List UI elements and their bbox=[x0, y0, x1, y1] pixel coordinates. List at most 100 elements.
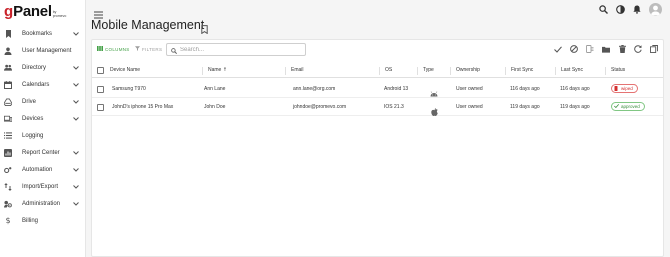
cell-email: johndoe@promevo.com bbox=[293, 104, 347, 110]
logo-panel: Panel bbox=[13, 3, 52, 20]
search-box[interactable] bbox=[166, 43, 306, 56]
dark-mode-icon[interactable] bbox=[615, 5, 625, 15]
sidebar-item-import-export[interactable]: Import/Export bbox=[0, 178, 86, 195]
sidebar-item-administration[interactable]: Administration bbox=[0, 195, 86, 212]
columns-button[interactable]: COLUMNS bbox=[97, 46, 130, 52]
chevron-down-icon[interactable] bbox=[73, 184, 79, 190]
cell-name: John Doe bbox=[204, 104, 226, 110]
status-text: wiped bbox=[621, 86, 633, 91]
column-header-last-sync[interactable]: Last Sync bbox=[561, 67, 583, 73]
account-avatar[interactable] bbox=[649, 3, 662, 16]
devices-icon bbox=[4, 115, 12, 123]
bulk-actions bbox=[554, 45, 658, 53]
page-title: Mobile Management bbox=[91, 18, 205, 32]
cell-os: Android 13 bbox=[384, 86, 409, 92]
sidebar-item-billing[interactable]: $ Billing bbox=[0, 212, 86, 229]
chevron-down-icon[interactable] bbox=[73, 201, 79, 207]
column-separator[interactable] bbox=[379, 67, 380, 75]
row-checkbox[interactable] bbox=[97, 85, 104, 93]
column-header-name[interactable]: Name ↑ bbox=[208, 67, 227, 73]
people-icon bbox=[4, 64, 12, 72]
chevron-down-icon[interactable] bbox=[73, 65, 79, 71]
cell-ownership: User owned bbox=[456, 86, 483, 92]
table-header: Device Name Name ↑ Email OS Type Ownersh… bbox=[92, 63, 663, 78]
sidebar-item-directory[interactable]: Directory bbox=[0, 59, 86, 76]
cell-ownership: User owned bbox=[456, 104, 483, 110]
wipe-device-icon[interactable] bbox=[586, 45, 594, 53]
mobile-devices-panel: COLUMNS FILTERS Device Name Name ↑ Email… bbox=[91, 39, 664, 257]
filters-label: FILTERS bbox=[142, 46, 163, 52]
sidebar-item-label: Drive bbox=[22, 98, 37, 105]
block-icon[interactable] bbox=[570, 45, 578, 53]
column-header-status[interactable]: Status bbox=[611, 67, 625, 73]
import-export-icon bbox=[4, 182, 12, 191]
row-checkbox[interactable] bbox=[97, 103, 104, 111]
chevron-down-icon[interactable] bbox=[73, 31, 79, 37]
sidebar-item-user-management[interactable]: User Management bbox=[0, 42, 86, 59]
status-badge: wiped bbox=[611, 84, 638, 93]
folder-icon[interactable] bbox=[602, 45, 610, 53]
column-header-type[interactable]: Type bbox=[423, 67, 434, 73]
notifications-icon[interactable] bbox=[632, 5, 642, 15]
cell-os: IOS 21.3 bbox=[384, 104, 404, 110]
cell-device-name: Samsung T970 bbox=[112, 86, 146, 92]
hamburger-menu-icon[interactable] bbox=[94, 6, 103, 19]
chevron-down-icon[interactable] bbox=[73, 150, 79, 156]
sidebar-item-bookmarks[interactable]: Bookmarks bbox=[0, 25, 86, 42]
refresh-icon[interactable] bbox=[634, 45, 642, 53]
search-icon[interactable] bbox=[598, 5, 608, 15]
sidebar-item-report-center[interactable]: Report Center bbox=[0, 144, 86, 161]
select-all-checkbox[interactable] bbox=[97, 66, 104, 74]
chevron-down-icon[interactable] bbox=[73, 167, 79, 173]
column-separator[interactable] bbox=[202, 67, 203, 75]
sidebar-item-devices[interactable]: Devices bbox=[0, 110, 86, 127]
approve-icon[interactable] bbox=[554, 45, 562, 53]
android-icon bbox=[430, 85, 438, 97]
admin-icon bbox=[4, 200, 12, 208]
delete-icon[interactable] bbox=[618, 45, 626, 53]
report-icon bbox=[4, 148, 12, 157]
sidebar-item-calendars[interactable]: Calendars bbox=[0, 76, 86, 93]
columns-label: COLUMNS bbox=[105, 46, 130, 52]
cell-last-sync: 119 days ago bbox=[560, 104, 590, 110]
status-badge: approved bbox=[611, 102, 645, 111]
sidebar-item-logging[interactable]: Logging bbox=[0, 127, 86, 144]
column-separator[interactable] bbox=[450, 67, 451, 75]
column-separator[interactable] bbox=[555, 67, 556, 75]
cell-email: ann.lane@org.com bbox=[293, 86, 336, 92]
sidebar-item-drive[interactable]: Drive bbox=[0, 93, 86, 110]
chevron-down-icon[interactable] bbox=[73, 82, 79, 88]
column-header-email[interactable]: Email bbox=[291, 67, 304, 73]
copy-icon[interactable] bbox=[650, 45, 658, 53]
sidebar-item-automation[interactable]: Automation bbox=[0, 161, 86, 178]
column-header-ownership[interactable]: Ownership bbox=[456, 67, 480, 73]
table-row[interactable]: JohnD's iphone 15 Pro Max John Doe johnd… bbox=[92, 98, 663, 116]
sidebar-item-label: Devices bbox=[22, 115, 44, 122]
chevron-down-icon[interactable] bbox=[73, 116, 79, 122]
cell-device-name: JohnD's iphone 15 Pro Max bbox=[112, 104, 174, 110]
apple-icon bbox=[431, 103, 439, 116]
sidebar-item-label: Billing bbox=[22, 217, 39, 224]
column-separator[interactable] bbox=[505, 67, 506, 75]
filters-button[interactable]: FILTERS bbox=[135, 46, 162, 52]
search-input[interactable] bbox=[180, 46, 300, 53]
column-separator[interactable] bbox=[605, 67, 606, 75]
sidebar-item-label: Bookmarks bbox=[22, 30, 53, 37]
filter-icon bbox=[135, 46, 140, 52]
sidebar-item-label: User Management bbox=[22, 47, 72, 54]
column-header-os[interactable]: OS bbox=[385, 67, 392, 73]
sidebar-item-label: Report Center bbox=[22, 149, 60, 156]
column-header-first-sync[interactable]: First Sync bbox=[511, 67, 533, 73]
column-separator[interactable] bbox=[417, 67, 418, 75]
gpanel-logo[interactable]: g Panel by promevo bbox=[4, 3, 69, 20]
sidebar-item-label: Directory bbox=[22, 64, 47, 71]
column-separator[interactable] bbox=[285, 67, 286, 75]
sidebar-item-label: Administration bbox=[22, 200, 61, 207]
chevron-down-icon[interactable] bbox=[73, 99, 79, 105]
bookmark-page-icon[interactable] bbox=[201, 21, 209, 35]
table-row[interactable]: Samsung T970 Ann Lane ann.lane@org.com A… bbox=[92, 80, 663, 98]
column-header-device-name[interactable]: Device Name bbox=[110, 67, 140, 73]
automation-icon bbox=[4, 166, 12, 174]
column-header-name-label: Name bbox=[208, 67, 222, 73]
sidebar-nav: Bookmarks User Management Directory Cale… bbox=[0, 25, 86, 229]
